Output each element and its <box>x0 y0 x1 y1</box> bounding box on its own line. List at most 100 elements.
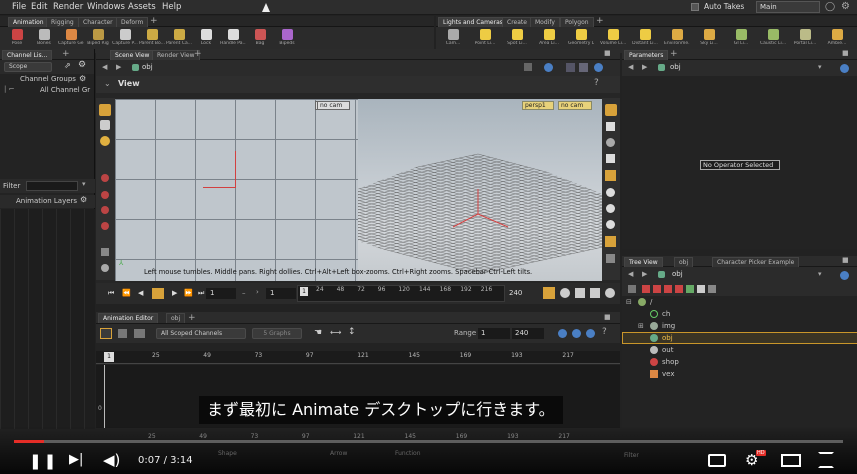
move-tool-icon[interactable] <box>100 120 110 130</box>
viewport-right[interactable]: right2 ⅄ <box>115 99 358 281</box>
menu-windows[interactable]: Windows <box>87 2 125 12</box>
add-tab-icon[interactable]: + <box>596 16 604 26</box>
tab-character-picker[interactable]: Character Picker Example <box>712 257 800 267</box>
pause-icon[interactable]: ❚❚ <box>29 452 58 470</box>
chevron-right-icon[interactable]: › <box>256 288 259 296</box>
brush-tool-icon[interactable] <box>101 248 109 256</box>
tab-rigging[interactable]: Rigging <box>46 17 79 27</box>
anim-ruler[interactable]: 1 25 49 73 97 121 145 169 193 217 <box>96 351 620 364</box>
options-icon[interactable] <box>586 329 595 338</box>
panel-menu-icon[interactable]: ■ <box>842 49 849 57</box>
frame-icon[interactable] <box>558 329 567 338</box>
step-forward-icon[interactable]: ⏩ <box>184 289 193 297</box>
wire-icon[interactable] <box>605 236 616 247</box>
filter-input[interactable] <box>26 181 78 191</box>
range-end-field[interactable]: 240 <box>512 328 544 339</box>
gear-icon[interactable]: ⚙ <box>80 195 87 204</box>
rotate-tool-icon[interactable] <box>100 136 110 146</box>
bulb-icon[interactable] <box>606 204 615 213</box>
forward-arrow-icon[interactable]: ▶ <box>642 270 647 278</box>
key-options-icon[interactable] <box>560 288 570 298</box>
tree-row-ch[interactable]: ch <box>622 308 857 320</box>
view-tool-icon[interactable] <box>101 264 109 272</box>
tree-row-out[interactable]: out <box>622 344 857 356</box>
play-icon[interactable]: ▶ <box>172 289 177 297</box>
render-icon[interactable] <box>594 63 603 72</box>
jump-end-icon[interactable]: ⏭ <box>198 289 204 298</box>
step-back-key-icon[interactable]: ⏪ <box>122 289 131 297</box>
toggle-icon[interactable] <box>524 63 532 71</box>
tool-icon[interactable] <box>628 285 636 293</box>
tab-deform[interactable]: Deform <box>116 17 149 27</box>
menu-help[interactable]: Help <box>162 2 181 12</box>
menu-render[interactable]: Render <box>53 2 83 12</box>
tab-animation[interactable]: Animation <box>8 17 49 27</box>
shading-icon[interactable] <box>605 170 616 181</box>
minus-icon[interactable]: – <box>242 289 246 297</box>
chevron-down-icon[interactable]: ▾ <box>82 180 86 188</box>
forward-arrow-icon[interactable]: ▶ <box>642 63 647 71</box>
menu-file[interactable]: File <box>12 2 26 12</box>
volume-icon[interactable]: ◀) <box>103 451 120 469</box>
add-tab-icon[interactable]: + <box>194 49 202 59</box>
select-tool-icon[interactable] <box>99 104 111 116</box>
next-icon[interactable]: ▶| <box>69 452 83 467</box>
tree-row-img[interactable]: ⊞ img <box>622 320 857 332</box>
lock-icon[interactable] <box>606 122 615 131</box>
current-frame-field[interactable]: 1 <box>266 288 296 299</box>
key-channels-icon[interactable] <box>575 288 585 298</box>
theater-mode-icon[interactable] <box>781 454 801 467</box>
bone-tool-icon[interactable] <box>101 206 109 214</box>
table-mode-icon[interactable] <box>118 329 127 338</box>
persp-select[interactable]: persp1 <box>522 101 554 110</box>
forward-arrow-icon[interactable]: ▶ <box>116 63 121 71</box>
snap-icon[interactable] <box>572 329 581 338</box>
scope-icon[interactable] <box>590 288 600 298</box>
capture-tool-icon[interactable] <box>101 222 109 230</box>
tab-scene-view[interactable]: Scene View <box>110 50 155 60</box>
bulb-icon[interactable] <box>606 188 615 197</box>
fit-vertical-icon[interactable]: ↕ <box>348 327 356 337</box>
back-arrow-icon[interactable]: ◀ <box>102 63 107 71</box>
display-options-icon[interactable] <box>605 104 617 116</box>
start-frame-field[interactable]: 1 <box>206 288 236 299</box>
tree-row-root[interactable]: ⊟ / <box>622 296 857 308</box>
globe-icon[interactable] <box>544 63 553 72</box>
tool-icon[interactable] <box>642 285 650 293</box>
chevron-down-icon[interactable]: ⌄ <box>104 79 111 88</box>
tree-row-obj[interactable]: obj <box>622 332 857 344</box>
help-icon[interactable]: ? <box>594 78 599 88</box>
bulb-icon[interactable] <box>606 220 615 229</box>
tab-animation-editor[interactable]: Animation Editor <box>98 313 159 323</box>
tool-icon[interactable] <box>708 285 716 293</box>
tab-modify[interactable]: Modify <box>530 17 560 27</box>
scope-channels-select[interactable]: All Scoped Channels <box>156 328 246 339</box>
hand-icon[interactable]: ☚ <box>314 328 322 338</box>
chevron-down-icon[interactable]: ▾ <box>818 63 822 71</box>
light-icon[interactable] <box>606 138 615 147</box>
jump-start-icon[interactable]: ⏮ <box>108 289 114 298</box>
panel-menu-icon[interactable]: ■ <box>604 313 611 321</box>
fullscreen-icon[interactable] <box>818 452 834 468</box>
add-tab-icon[interactable]: + <box>670 49 678 59</box>
add-tab-icon[interactable]: + <box>62 49 70 59</box>
help-icon[interactable]: ? <box>602 327 607 337</box>
gear-icon[interactable]: ⚙ <box>78 60 86 70</box>
left-cam-select[interactable]: no cam <box>317 101 350 110</box>
camera-icon[interactable] <box>579 63 588 72</box>
range-start-field[interactable]: 1 <box>478 328 510 339</box>
timeline-ruler[interactable]: 1 24 48 72 96 120 144 168 192 216 <box>297 285 505 302</box>
fit-horizontal-icon[interactable]: ⟷ <box>330 328 341 337</box>
menu-assets[interactable]: Assets <box>128 2 156 12</box>
graph-area[interactable]: 0 <box>96 365 620 428</box>
display-icon[interactable] <box>566 63 575 72</box>
tab-create[interactable]: Create <box>502 17 532 27</box>
realtime-icon[interactable] <box>605 288 615 298</box>
tab-render-view[interactable]: Render View <box>152 50 200 60</box>
panel-menu-icon[interactable]: ■ <box>842 256 849 264</box>
channel-groups-row[interactable]: Channel Groups ⚙ <box>0 74 94 85</box>
video-progress-track[interactable] <box>14 440 843 443</box>
expand-icon[interactable]: ⊞ <box>638 320 644 332</box>
subtitles-icon[interactable] <box>708 454 726 467</box>
globe-icon[interactable] <box>840 64 849 73</box>
